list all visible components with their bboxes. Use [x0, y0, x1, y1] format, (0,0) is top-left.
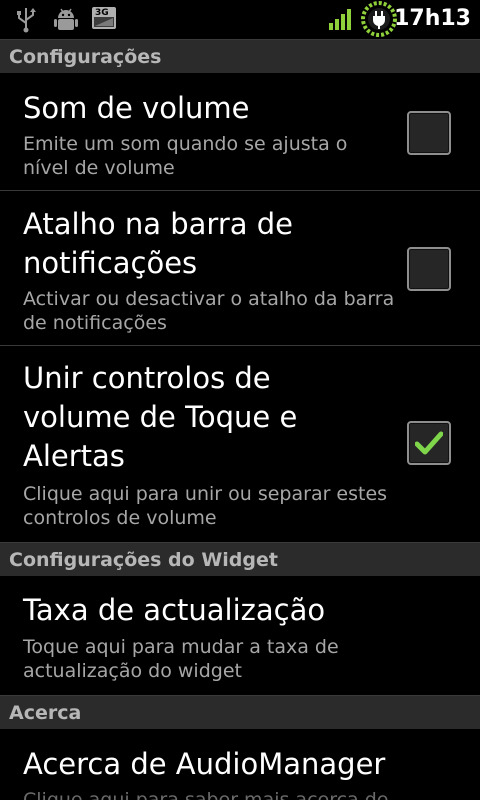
section-header-widget-settings: Configurações do Widget	[0, 542, 480, 576]
3g-icon: 3G	[92, 5, 116, 35]
pref-title: Som de volume	[23, 91, 250, 125]
pref-notification-shortcut[interactable]: Atalho na barra de notificações Activar …	[0, 191, 480, 346]
usb-icon	[14, 5, 38, 37]
pref-summary: Activar ou desactivar o atalho da barra …	[23, 288, 395, 334]
pref-link-ring-alert-volume[interactable]: Unir controlos de volume de Toque e Aler…	[0, 346, 480, 542]
pref-title: Atalho na barra de notificações	[23, 207, 293, 280]
section-header-settings: Configurações	[0, 39, 480, 73]
network-type-label: 3G	[95, 8, 109, 18]
pref-volume-sound[interactable]: Som de volume Emite um som quando se aju…	[0, 73, 480, 191]
pref-update-rate[interactable]: Taxa de actualização Toque aqui para mud…	[0, 576, 480, 695]
signal-bars-icon	[328, 6, 354, 36]
pref-summary: Toque aqui para mudar a taxa de actualiz…	[23, 636, 339, 682]
pref-title: Taxa de actualização	[23, 593, 326, 627]
status-bar: 3G 17h13	[0, 0, 480, 38]
section-header-about: Acerca	[0, 695, 480, 729]
pref-title: Acerca de AudioManager	[23, 747, 386, 781]
battery-charging-icon	[360, 1, 398, 41]
pref-summary: Emite um som quando se ajusta o nível de…	[23, 133, 348, 179]
pref-summary: Clique aqui para saber mais acerca de	[23, 789, 389, 800]
notification-shortcut-checkbox[interactable]	[407, 247, 451, 291]
pref-summary: Clique aqui para unir ou separar estes c…	[23, 483, 388, 529]
checkmark-icon	[415, 431, 443, 455]
volume-sound-checkbox[interactable]	[407, 111, 451, 155]
link-volume-checkbox[interactable]	[407, 421, 451, 465]
pref-title: Unir controlos de volume de Toque e Aler…	[23, 361, 298, 473]
pref-about-audiomanager[interactable]: Acerca de AudioManager Clique aqui para …	[0, 729, 480, 800]
android-debug-icon	[53, 5, 79, 37]
clock: 17h13	[394, 6, 471, 31]
